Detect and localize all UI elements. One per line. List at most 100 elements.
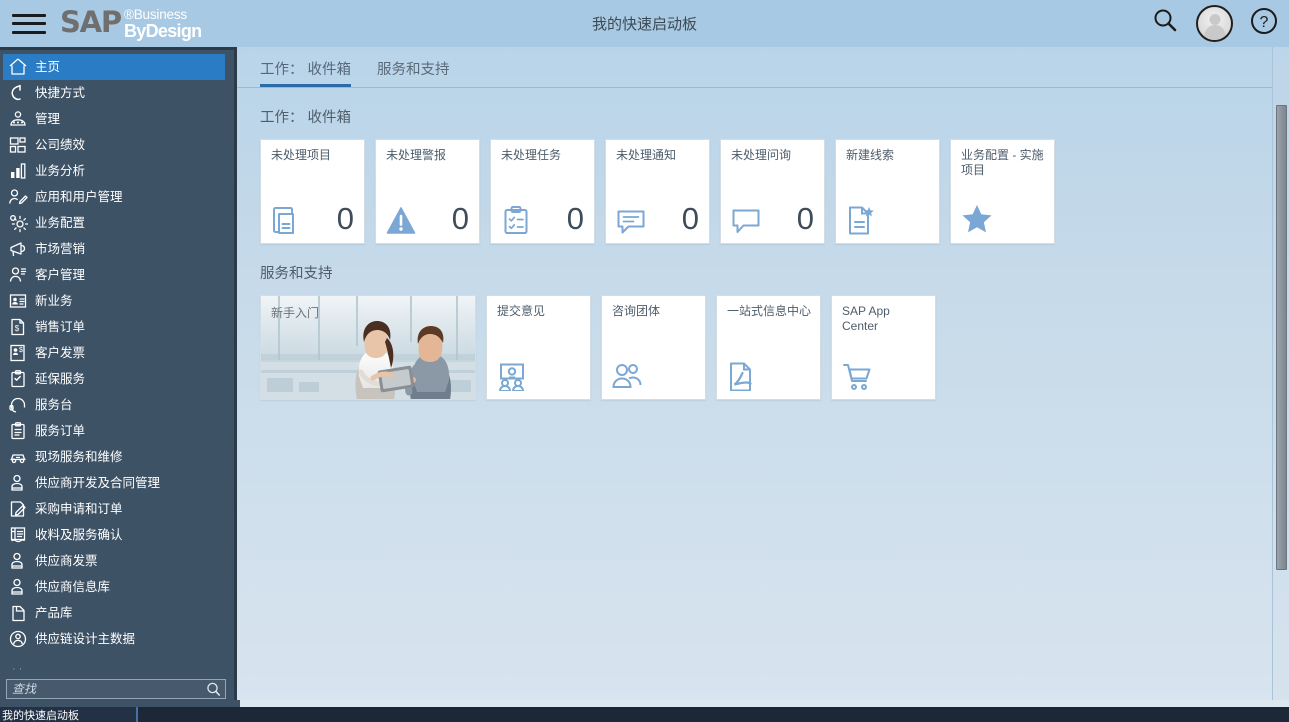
- tile[interactable]: 提交意见: [486, 295, 591, 400]
- tile[interactable]: 未处理警报 0: [375, 139, 480, 244]
- tile-title: 新手入门: [271, 304, 319, 321]
- management-icon: [7, 110, 28, 129]
- vertical-scrollbar[interactable]: [1272, 47, 1289, 707]
- tile[interactable]: 未处理问询 0: [720, 139, 825, 244]
- supplier-invoice-icon: [7, 552, 28, 571]
- sidebar-item-label: 供应商开发及合同管理: [35, 477, 160, 490]
- brand-business-text: Business: [134, 7, 187, 22]
- main-content: 工作： 收件箱服务和支持 工作： 收件箱未处理项目0未处理警报0未处理任务0未处…: [237, 47, 1289, 707]
- sidebar-item-5[interactable]: 应用和用户管理: [0, 184, 234, 210]
- supply-chain-icon: [7, 630, 28, 649]
- service-order-icon: [7, 422, 28, 441]
- tile[interactable]: 业务配置 - 实施项目: [950, 139, 1055, 244]
- taskbar-item-0[interactable]: 我的快速启动板: [0, 707, 138, 722]
- sidebar-item-10[interactable]: $销售订单: [0, 314, 234, 340]
- tile-title: 未处理警报: [386, 148, 471, 163]
- tile[interactable]: 未处理项目0: [260, 139, 365, 244]
- svg-text:?: ?: [1260, 14, 1269, 31]
- sidebar-item-3[interactable]: 公司绩效: [0, 132, 234, 158]
- sidebar-item-9[interactable]: 新业务: [0, 288, 234, 314]
- sidebar-item-label: 供应商发票: [35, 555, 98, 568]
- tile[interactable]: 新建线索: [835, 139, 940, 244]
- tile-count: 0: [452, 203, 469, 235]
- sidebar-item-label: 公司绩效: [35, 139, 85, 152]
- sidebar-item-18[interactable]: 收料及服务确认: [0, 522, 234, 548]
- product-icon: [7, 604, 28, 623]
- sidebar-item-22[interactable]: 供应链设计主数据: [0, 626, 234, 652]
- star-icon: [961, 203, 993, 235]
- sidebar-item-2[interactable]: 管理: [0, 106, 234, 132]
- sections-container: 工作： 收件箱未处理项目0 未处理警报 0 未处理任务0 未处理通知 0 未处理问询 0 新建线…: [237, 106, 1289, 400]
- sidebar-item-8[interactable]: 客户管理: [0, 262, 234, 288]
- svg-text:$: $: [19, 347, 23, 354]
- sidebar-item-7[interactable]: 市场营销: [0, 236, 234, 262]
- field-service-icon: [7, 448, 28, 467]
- search-icon[interactable]: [1150, 6, 1180, 41]
- gear-icon: [7, 214, 28, 233]
- sidebar-item-label: 快捷方式: [35, 87, 85, 100]
- help-icon[interactable]: ?: [1249, 6, 1279, 41]
- sidebar-item-15[interactable]: 现场服务和维修: [0, 444, 234, 470]
- search-input[interactable]: [7, 680, 225, 698]
- sidebar-item-20[interactable]: 供应商信息库: [0, 574, 234, 600]
- purchase-request-icon: [7, 500, 28, 519]
- tab-1[interactable]: 服务和支持: [377, 58, 462, 87]
- tile-title: 咨询团体: [612, 304, 697, 319]
- sidebar-item-6[interactable]: 业务配置: [0, 210, 234, 236]
- sidebar-item-11[interactable]: $客户发票: [0, 340, 234, 366]
- avatar[interactable]: [1196, 5, 1233, 42]
- user-admin-icon: [7, 188, 28, 207]
- sidebar-overflow-indicator: ··: [0, 666, 234, 676]
- tab-0[interactable]: 工作： 收件箱: [260, 58, 363, 87]
- home-icon: [7, 58, 28, 77]
- sidebar-item-4[interactable]: 业务分析: [0, 158, 234, 184]
- taskbar-strip: [0, 700, 1289, 707]
- sidebar-item-13[interactable]: 服务台: [0, 392, 234, 418]
- tile-title: 一站式信息中心: [727, 304, 812, 319]
- sidebar-item-label: 管理: [35, 113, 60, 126]
- header-actions: ?: [1150, 5, 1279, 42]
- sidebar-item-label: 采购申请和订单: [35, 503, 123, 516]
- id-card-icon: [7, 292, 28, 311]
- scroll-thumb[interactable]: [1276, 105, 1287, 570]
- tile-count: 0: [682, 203, 699, 235]
- tile[interactable]: 未处理通知 0: [605, 139, 710, 244]
- tile[interactable]: SAP App Center: [831, 295, 936, 400]
- sidebar-item-list: 主页快捷方式管理公司绩效业务分析应用和用户管理业务配置市场营销客户管理新业务$销…: [0, 50, 234, 666]
- sidebar-item-17[interactable]: 采购申请和订单: [0, 496, 234, 522]
- warranty-icon: [7, 370, 28, 389]
- sidebar-item-label: 服务订单: [35, 425, 85, 438]
- tab-bar: 工作： 收件箱服务和支持: [237, 47, 1289, 88]
- pdf-icon: [727, 361, 757, 391]
- megaphone-icon: [7, 240, 28, 259]
- sidebar-item-12[interactable]: 延保服务: [0, 366, 234, 392]
- tile[interactable]: 一站式信息中心: [716, 295, 821, 400]
- tile[interactable]: 新手入门: [260, 295, 476, 400]
- section-title: 服务和支持: [260, 262, 1289, 283]
- sidebar-item-0[interactable]: 主页: [3, 54, 225, 80]
- search-icon[interactable]: [206, 682, 221, 702]
- tile[interactable]: 未处理任务0: [490, 139, 595, 244]
- sidebar-item-label: 供应链设计主数据: [35, 633, 135, 646]
- tile[interactable]: 咨询团体: [601, 295, 706, 400]
- sidebar-item-19[interactable]: 供应商发票: [0, 548, 234, 574]
- sidebar-item-1[interactable]: 快捷方式: [0, 80, 234, 106]
- tile-title: 未处理通知: [616, 148, 701, 163]
- sidebar-item-14[interactable]: 服务订单: [0, 418, 234, 444]
- tile-title: 未处理问询: [731, 148, 816, 163]
- sidebar-item-label: 业务配置: [35, 217, 85, 230]
- tile-row: 未处理项目0 未处理警报 0 未处理任务0 未处理通知 0 未处理问询 0 新建线索业务配置 -…: [260, 139, 1289, 244]
- sidebar-navigation: 主页快捷方式管理公司绩效业务分析应用和用户管理业务配置市场营销客户管理新业务$销…: [0, 47, 237, 707]
- sidebar-item-16[interactable]: 供应商开发及合同管理: [0, 470, 234, 496]
- performance-icon: [7, 136, 28, 155]
- section-title: 工作： 收件箱: [260, 106, 1289, 127]
- sidebar-item-21[interactable]: 产品库: [0, 600, 234, 626]
- sap-logo: SAP ®Business ByDesign: [60, 7, 201, 40]
- sidebar-item-label: 市场营销: [35, 243, 85, 256]
- hamburger-icon[interactable]: [10, 11, 48, 37]
- brand-reg-mark: ®: [124, 7, 134, 22]
- svg-text:$: $: [14, 324, 19, 333]
- sidebar-item-label: 应用和用户管理: [35, 191, 123, 204]
- tile-count: 0: [797, 203, 814, 235]
- tile-row: 新手入门 提交意见 咨询团体 一站式信息中心 SAP App Center: [260, 295, 1289, 400]
